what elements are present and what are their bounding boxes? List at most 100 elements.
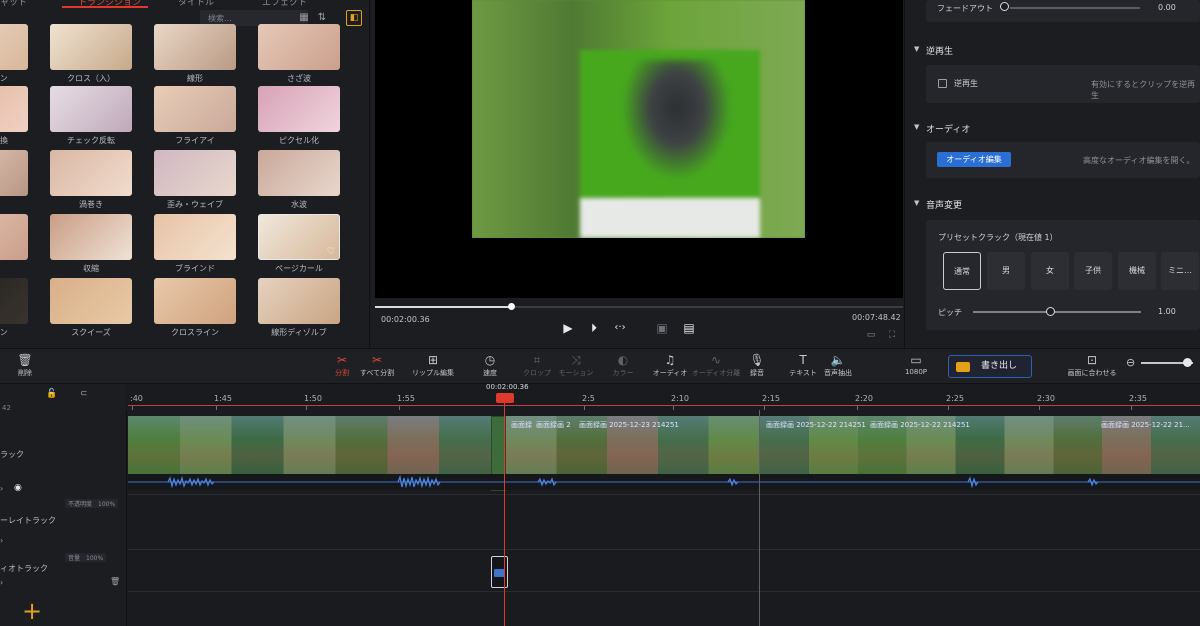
ruler-tick-label: 2:25 (946, 394, 964, 403)
favorite-icon[interactable]: ♡ (327, 247, 335, 257)
lock-icon[interactable]: 🔓 (46, 389, 57, 399)
record-button[interactable]: 🎙 録音 (732, 352, 782, 378)
transition-thumb[interactable] (154, 24, 236, 70)
reverse-hint: 有効にするとクリップを逆再生 (1091, 80, 1196, 100)
transition-label: フライアイ (175, 136, 215, 145)
transition-thumb[interactable] (154, 214, 236, 260)
reverse-checkbox[interactable] (938, 79, 947, 88)
resolution-button[interactable]: ▭ 1080P (891, 352, 941, 376)
palette-icon: ◐ (617, 353, 629, 367)
pitch-slider[interactable] (973, 311, 1141, 313)
trash-icon[interactable]: 🗑 (110, 577, 120, 586)
ruler-tick-label: :40 (130, 394, 143, 403)
speed-icon: ◷ (484, 353, 496, 367)
motion-icon: ⤨ (571, 353, 581, 367)
motion-button[interactable]: ⤨ モーション (551, 352, 601, 378)
playhead[interactable] (504, 396, 505, 626)
transition-label: ピクセル化 (279, 136, 319, 145)
transition-label: クロスライン (171, 328, 219, 337)
video-clip[interactable] (128, 416, 491, 474)
transition-label: 線形ディゾルブ (271, 328, 327, 337)
transition-thumb[interactable] (0, 278, 28, 324)
preset-child[interactable]: 子供 (1074, 252, 1112, 290)
audio-button[interactable]: ♫ オーディオ (645, 352, 695, 378)
visibility-icon[interactable]: › (0, 536, 3, 545)
transition-thumb[interactable] (154, 86, 236, 132)
collapse-arrow-icon[interactable]: ▼ (914, 123, 919, 131)
ratio-icon[interactable]: ▭ (862, 327, 880, 343)
transition-thumb[interactable] (258, 24, 340, 70)
transition-thumb[interactable] (50, 24, 132, 70)
transition-thumb[interactable] (0, 150, 28, 196)
preset-female[interactable]: 女 (1031, 252, 1069, 290)
split-all-button[interactable]: ✂ すべて分割 (352, 352, 402, 378)
audio-section-title: オーディオ (926, 125, 971, 135)
transition-thumb[interactable] (154, 150, 236, 196)
audio-level-icon[interactable]: › (0, 578, 3, 587)
ripple-icon: ⊞ (427, 353, 439, 367)
panel-toggle-icon[interactable]: ◧ (346, 10, 362, 26)
magnet-icon[interactable]: ⊂ (80, 389, 88, 399)
color-button[interactable]: ◐ カラー (598, 352, 648, 378)
transition-thumb[interactable] (0, 24, 28, 70)
transition-thumb[interactable] (258, 278, 340, 324)
fadeout-slider[interactable] (1010, 7, 1140, 9)
collapse-arrow-icon[interactable]: ▼ (914, 199, 919, 207)
clip-label: 画面録画 2 (536, 421, 571, 429)
transition-thumb[interactable] (50, 214, 132, 260)
transition-thumb[interactable] (258, 150, 340, 196)
tab-effects[interactable]: エフェクト (262, 0, 307, 8)
clip-label: 画面録画 2025-12-23 214251 (579, 421, 679, 429)
step-frame-icon[interactable]: ⏵ (585, 320, 603, 336)
fadeout-value[interactable]: 0.00 (1158, 3, 1176, 12)
audio-level-icon[interactable]: › (0, 484, 3, 493)
transition-thumb[interactable] (258, 86, 340, 132)
scrubber-handle[interactable] (508, 303, 515, 310)
transition-thumb[interactable]: ♡ (258, 214, 340, 260)
transition-thumb[interactable] (154, 278, 236, 324)
tab-partial[interactable]: ャット (0, 0, 27, 8)
voice-extract-button[interactable]: 🔈 音声抽出 (813, 352, 863, 378)
delete-button[interactable]: 🗑 削除 (0, 352, 50, 378)
transitions-panel: ャット トランジション タイトル エフェクト 検索... ▦ ⇅ ◧ ーンクロス… (0, 0, 370, 348)
export-icon (956, 362, 970, 372)
add-track-icon[interactable]: + (22, 599, 42, 623)
preset-mini[interactable]: ミニ… (1161, 252, 1199, 290)
speaker-icon: 🔈 (830, 353, 846, 367)
eye-icon[interactable]: ◉ (14, 483, 22, 493)
audio-edit-button[interactable]: オーディオ編集 (937, 152, 1011, 167)
playhead-handle[interactable] (496, 393, 514, 403)
transition-label: 水波 (291, 200, 307, 209)
tab-titles[interactable]: タイトル (178, 0, 214, 8)
transition-thumb[interactable] (50, 150, 132, 196)
zoom-out-icon[interactable]: ⊖ (1126, 356, 1135, 369)
transition-thumb[interactable] (0, 214, 28, 260)
ripple-edit-button[interactable]: ⊞ リップル編集 (408, 352, 458, 378)
lane-separator (128, 494, 1200, 495)
audio-track-name: ィオトラック (0, 564, 48, 573)
preset-male[interactable]: 男 (987, 252, 1025, 290)
preview-frame (472, 0, 805, 238)
play-icon[interactable]: ▶ (559, 320, 577, 336)
audio-icon: ♫ (664, 353, 676, 367)
ruler-tick-label: 2:20 (855, 394, 873, 403)
transition-thumb[interactable] (0, 86, 28, 132)
fullscreen-icon[interactable]: ⛶ (883, 327, 901, 343)
fit-screen-button[interactable]: ⊡ 画面に合わせる (1067, 352, 1117, 378)
zoom-slider-knob[interactable] (1183, 358, 1192, 367)
transition-label: 線形 (187, 74, 203, 83)
add-marker-icon[interactable]: ▤ (680, 320, 698, 336)
pitch-slider-knob[interactable] (1046, 307, 1055, 316)
transition-thumb[interactable] (50, 278, 132, 324)
speed-button[interactable]: ◷ 速度 (465, 352, 515, 378)
ruler-tick-label: 2:15 (762, 394, 780, 403)
pitch-value[interactable]: 1.00 (1158, 307, 1176, 316)
prev-next-icon[interactable]: ‹·› (611, 320, 629, 336)
collapse-arrow-icon[interactable]: ▼ (914, 45, 919, 53)
snapshot-icon[interactable]: ▣ (653, 320, 671, 336)
preset-normal[interactable]: 通常 (943, 252, 981, 290)
fadeout-slider-knob[interactable] (1000, 2, 1009, 11)
transition-thumb[interactable] (50, 86, 132, 132)
preset-robot[interactable]: 機械 (1118, 252, 1156, 290)
audio-clip[interactable] (491, 556, 508, 588)
